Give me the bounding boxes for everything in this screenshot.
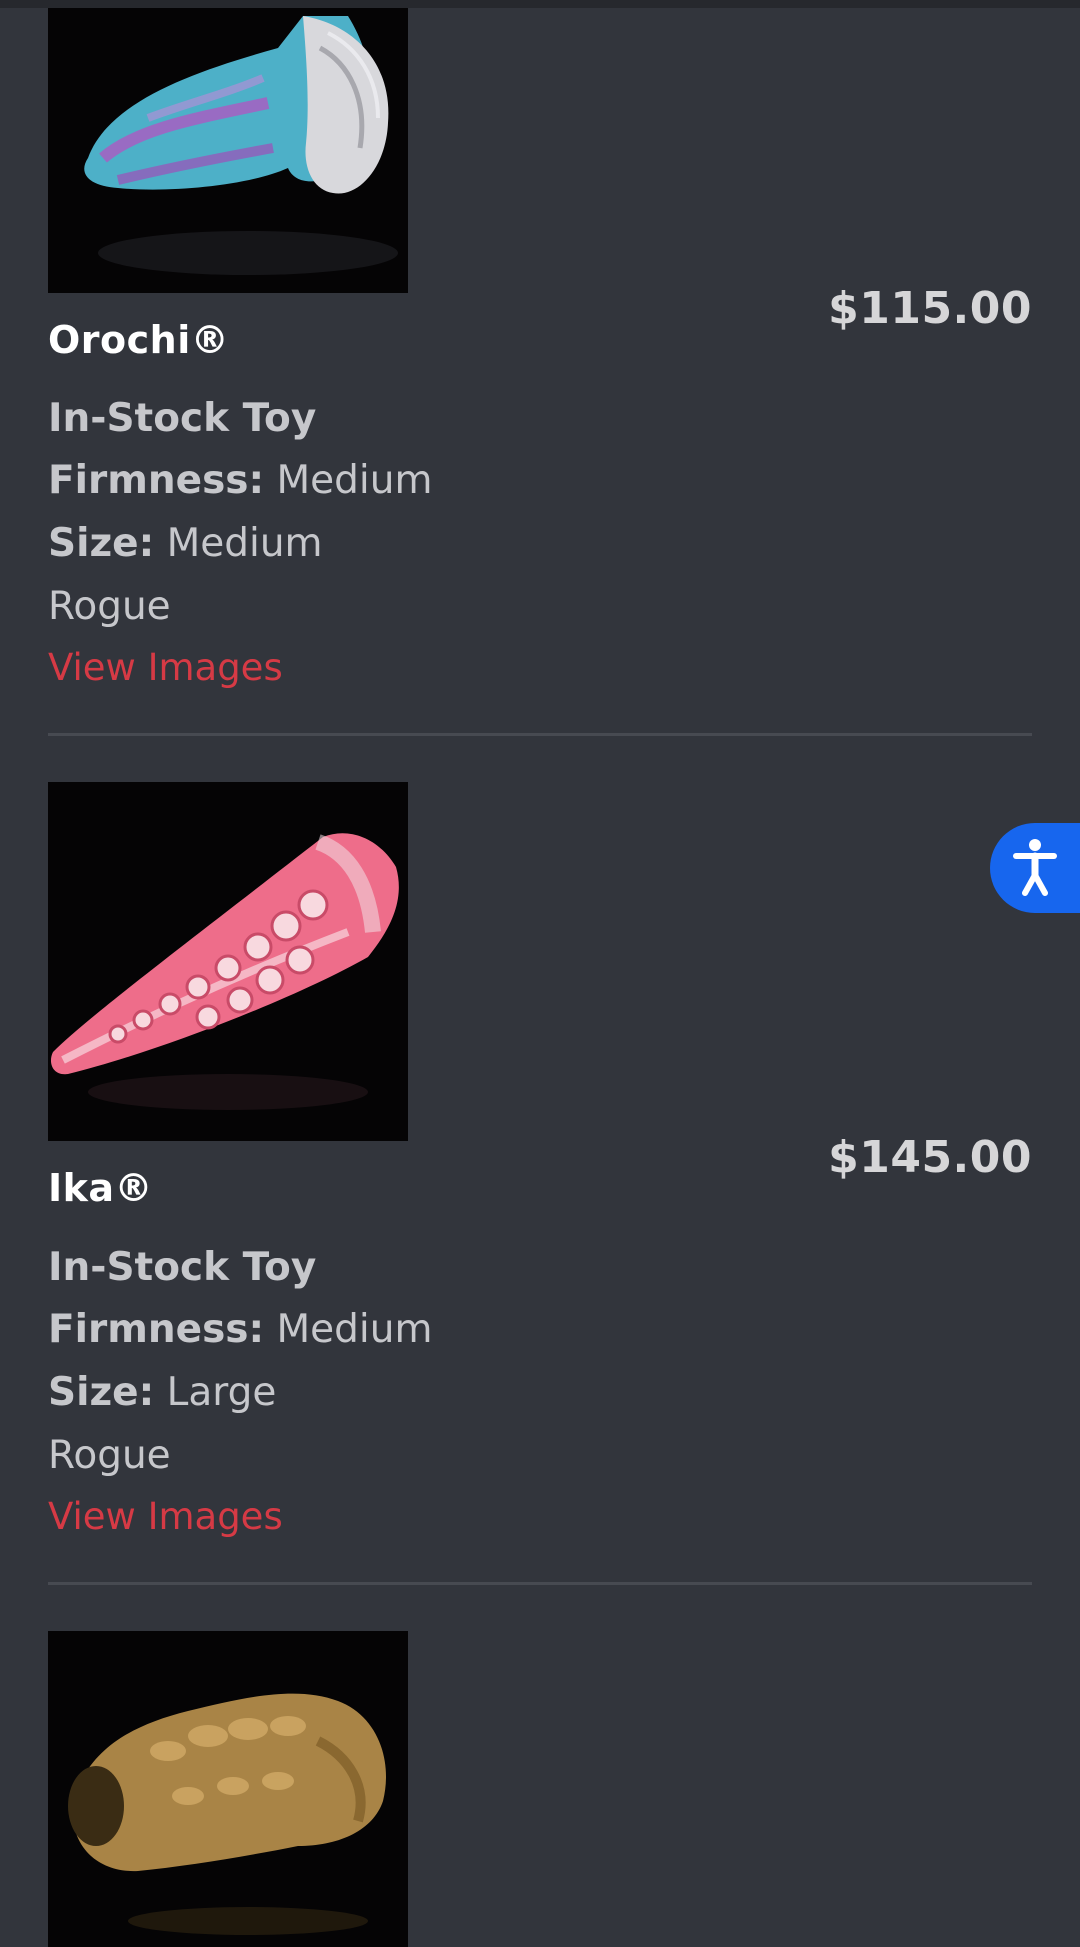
firmness-line: Firmness: Medium bbox=[48, 1307, 432, 1352]
product-image-third-art bbox=[48, 1631, 408, 1947]
accessibility-button[interactable] bbox=[990, 823, 1080, 913]
product-image-ika[interactable] bbox=[48, 782, 408, 1141]
size-line: Size: Medium bbox=[48, 521, 323, 566]
stock-status: In-Stock Toy bbox=[48, 396, 317, 441]
size-label: Size: bbox=[48, 1370, 155, 1415]
product-image-orochi[interactable] bbox=[48, 8, 408, 293]
product-image-third[interactable] bbox=[48, 1631, 408, 1947]
firmness-value: Medium bbox=[276, 458, 433, 503]
size-line: Size: Large bbox=[48, 1370, 276, 1415]
accessibility-icon bbox=[1013, 839, 1057, 896]
view-images-link[interactable]: View Images bbox=[48, 1495, 283, 1538]
product-title[interactable]: Orochi® bbox=[48, 318, 229, 362]
product-divider bbox=[48, 1582, 1032, 1585]
colorway: Rogue bbox=[48, 584, 171, 629]
size-value: Large bbox=[166, 1370, 277, 1415]
stock-status: In-Stock Toy bbox=[48, 1245, 317, 1290]
colorway: Rogue bbox=[48, 1433, 171, 1478]
firmness-label: Firmness: bbox=[48, 458, 265, 503]
top-edge bbox=[0, 0, 1080, 8]
size-label: Size: bbox=[48, 521, 155, 566]
view-images-link[interactable]: View Images bbox=[48, 646, 283, 689]
product-image-ika-art bbox=[48, 782, 408, 1141]
firmness-label: Firmness: bbox=[48, 1307, 265, 1352]
size-value: Medium bbox=[166, 521, 323, 566]
product-list-page: Orochi® $115.00 In-Stock Toy Firmness: M… bbox=[0, 0, 1080, 1947]
product-image-orochi-art bbox=[48, 8, 408, 293]
firmness-value: Medium bbox=[276, 1307, 433, 1352]
product-title[interactable]: Ika® bbox=[48, 1166, 153, 1210]
product-price: $145.00 bbox=[828, 1132, 1032, 1183]
firmness-line: Firmness: Medium bbox=[48, 458, 432, 503]
product-divider bbox=[48, 733, 1032, 736]
product-price: $115.00 bbox=[828, 283, 1032, 334]
